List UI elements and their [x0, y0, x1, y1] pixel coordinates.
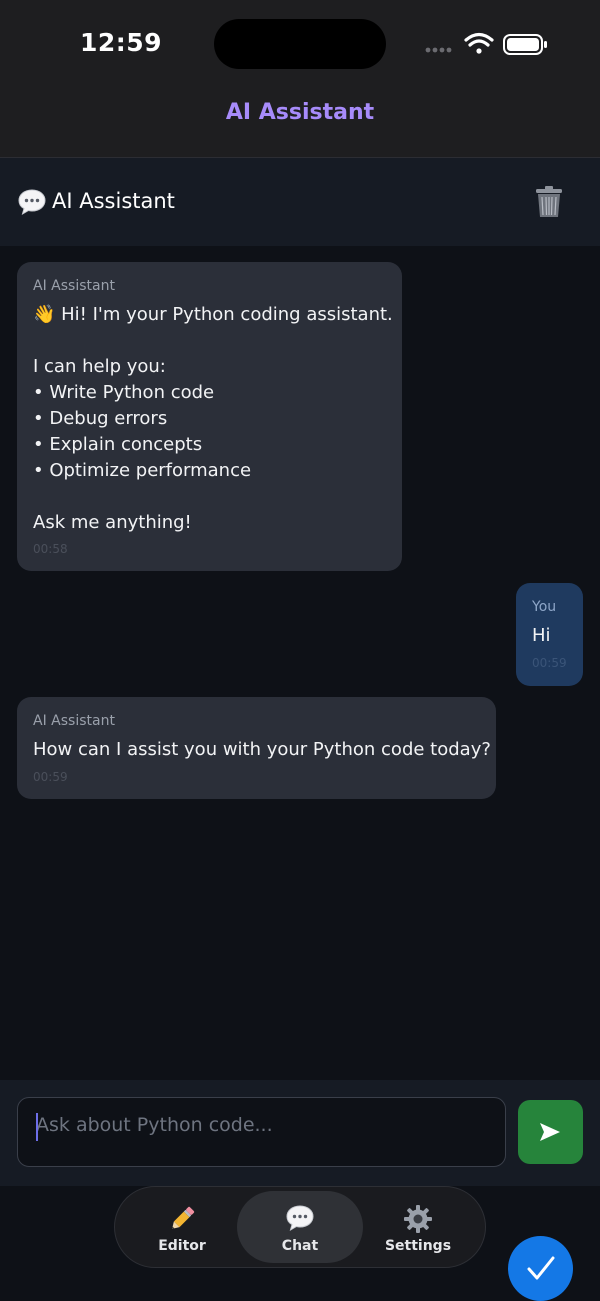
tab-label: Chat: [281, 1238, 319, 1254]
text-caret: [36, 1113, 38, 1141]
speech-bubble-icon: [286, 1205, 314, 1232]
cellular-signal-icon: [425, 47, 452, 53]
send-button[interactable]: [518, 1100, 583, 1164]
trash-icon[interactable]: [533, 185, 565, 219]
chat-input-placeholder[interactable]: Ask about Python code...: [36, 1114, 273, 1136]
tab-label: Editor: [158, 1238, 206, 1254]
message-sender: You: [532, 599, 557, 615]
tab-chat[interactable]: Chat: [237, 1191, 363, 1263]
status-icons: [425, 32, 547, 55]
tab-settings[interactable]: Settings: [359, 1191, 477, 1263]
navigation-bar: AI Assistant: [0, 90, 600, 158]
message-text: How can I assist you with your Python co…: [33, 739, 491, 760]
status-time: 12:59: [80, 28, 163, 57]
message-sender: AI Assistant: [33, 278, 115, 294]
message-sender: AI Assistant: [33, 713, 115, 729]
message-text: 👋 Hi! I'm your Python coding assistant. …: [33, 304, 393, 533]
message-timestamp: 00:59: [33, 770, 68, 784]
dynamic-island: [214, 19, 386, 69]
confirm-fab[interactable]: [508, 1236, 573, 1301]
chat-title: AI Assistant: [52, 189, 175, 213]
tab-editor[interactable]: Editor: [123, 1191, 241, 1263]
battery-icon: [503, 34, 547, 55]
message-text: Hi: [532, 625, 551, 646]
speech-bubble-icon: [18, 189, 46, 216]
message-timestamp: 00:59: [532, 656, 567, 670]
tab-label: Settings: [384, 1238, 452, 1254]
send-arrow-icon: [540, 1123, 560, 1141]
gear-icon: [404, 1205, 432, 1233]
wifi-icon: [464, 32, 494, 54]
nav-title: AI Assistant: [225, 100, 375, 125]
message-timestamp: 00:58: [33, 542, 68, 556]
checkmark-icon: [527, 1256, 555, 1280]
pencil-icon: [172, 1206, 195, 1229]
